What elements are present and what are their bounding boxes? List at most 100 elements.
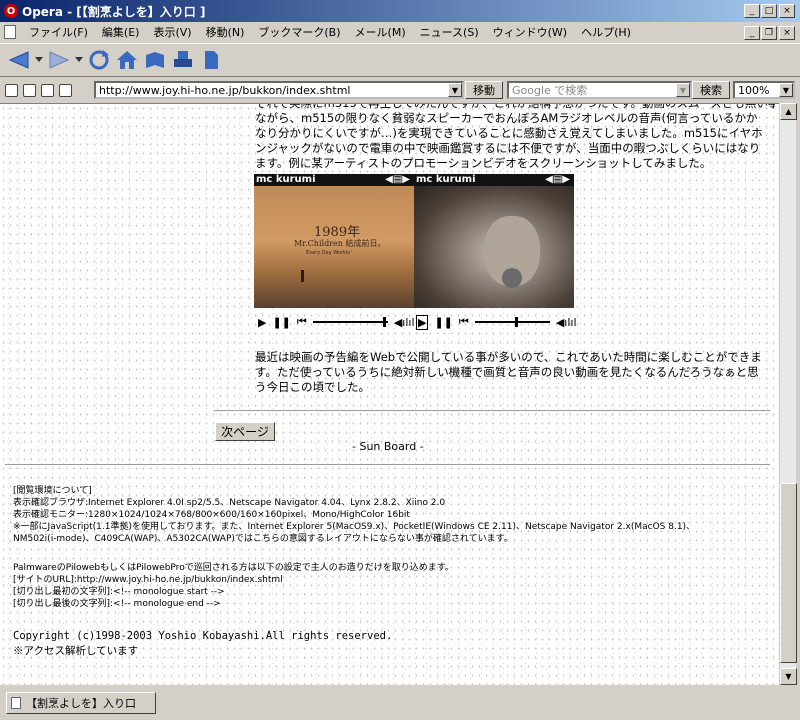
search-placeholder: Google で検索 xyxy=(512,84,588,97)
play-icon[interactable]: ▶ xyxy=(258,316,266,329)
search-input[interactable]: Google で検索 ▼ xyxy=(507,81,692,99)
player-controls-2: ▶ ❚❚ ⏮ ◀ılıl xyxy=(416,314,577,330)
video-frame-1: 1989年 Mr.Children 結成前日。 Every Day Workin… xyxy=(254,186,414,308)
microphone-icon xyxy=(502,268,522,288)
copyright-text: Copyright (c)1998-2003 Yoshio Kobayashi.… xyxy=(13,630,393,642)
address-url: http://www.joy.hi-ho.ne.jp/bukkon/index.… xyxy=(99,83,351,97)
env-note: ※一部にJavaScript(1.1準拠)を使用しております。また、Intern… xyxy=(13,522,696,544)
video-caption-small: Every Day Workin' xyxy=(306,250,352,256)
security-icon[interactable] xyxy=(5,83,18,97)
page-tab-bar: 【割烹よしを】入り口 xyxy=(0,686,800,720)
menu-window[interactable]: ウィンドウ(W) xyxy=(486,24,574,40)
address-dropdown-icon[interactable]: ▼ xyxy=(448,83,462,97)
player-controls-1: ▶ ❚❚ ⏮ ◀ılıl xyxy=(258,315,415,329)
palmware-site-url: [サイトのURL]:http://www.joy.hi-ho.ne.jp/buk… xyxy=(13,575,283,585)
print-button[interactable] xyxy=(170,47,196,73)
menu-mail[interactable]: メール(M) xyxy=(348,24,413,40)
home-button[interactable] xyxy=(114,47,140,73)
menu-bar: ファイル(F) 編集(E) 表示(V) 移動(N) ブックマーク(B) メール(… xyxy=(0,22,800,42)
video-caption-text: Mr.Children 結成前日。 xyxy=(294,239,386,248)
player-label-1: mc kurumi xyxy=(256,174,316,185)
opera-logo-icon: O xyxy=(4,4,18,18)
mdi-close-button[interactable]: × xyxy=(779,26,795,40)
back-arrow-icon xyxy=(8,51,29,69)
sun-board-link[interactable]: - Sun Board - xyxy=(352,440,424,453)
document-info-icon[interactable] xyxy=(59,83,72,97)
env-browsers: 表示確認ブラウザ:Internet Explorer 4.0I sp2/5.5、… xyxy=(13,498,446,508)
menu-help[interactable]: ヘルプ(H) xyxy=(574,24,638,40)
maximize-button[interactable]: □ xyxy=(761,4,777,18)
volume-icon[interactable]: ◀ılıl xyxy=(394,316,415,329)
print-icon xyxy=(174,51,192,67)
search-engine-dropdown-icon[interactable]: ▼ xyxy=(676,83,690,97)
article-paragraph-2: 最近は映画の予告編をWebで公開している事が多いので、これであいた時間に楽しむこ… xyxy=(255,350,762,394)
access-analysis-note: ※アクセス解析しています xyxy=(13,645,139,657)
vertical-scrollbar[interactable]: ▲ ▼ xyxy=(779,103,797,685)
menu-view[interactable]: 表示(V) xyxy=(146,24,198,40)
page-tab-label: 【割烹よしを】入り口 xyxy=(26,697,136,710)
seek-slider-2[interactable] xyxy=(474,317,550,327)
figure-silhouette xyxy=(301,270,304,282)
player-label-2: mc kurumi xyxy=(416,174,476,185)
hotlist-button[interactable] xyxy=(142,47,168,73)
go-button[interactable]: 移動 xyxy=(465,81,503,99)
player-nav-icon-1[interactable]: ◀▤▶ xyxy=(385,174,410,186)
palmware-start-string: [切り出し最初の文字列]:<!-- monologue start --> xyxy=(13,587,225,597)
divider xyxy=(5,464,770,466)
home-icon xyxy=(117,51,137,69)
reload-button[interactable] xyxy=(86,47,112,73)
play-icon-2[interactable]: ▶ xyxy=(416,314,429,330)
menu-edit[interactable]: 編集(E) xyxy=(95,24,147,40)
env-heading: [閲覧環境について] xyxy=(13,486,92,496)
scroll-thumb[interactable] xyxy=(780,483,797,663)
article-paragraph-1: ながら、m515の限りなく貧弱なスピーカーでおんぼろAMラジオレベルの音声(何言… xyxy=(255,111,763,170)
video-titlebar-2: mc kurumi ◀▤▶ xyxy=(414,174,574,186)
volume-icon-2[interactable]: ◀ılıl xyxy=(556,316,577,329)
divider xyxy=(214,410,770,412)
menu-file[interactable]: ファイル(F) xyxy=(22,24,95,40)
pause-icon[interactable]: ❚❚ xyxy=(272,316,290,329)
menu-bookmarks[interactable]: ブックマーク(B) xyxy=(251,24,347,40)
zoom-value: 100% xyxy=(738,83,770,97)
minimize-button[interactable]: _ xyxy=(744,4,760,18)
palmware-end-string: [切り出し最後の文字列]:<!-- monologue end --> xyxy=(13,599,221,609)
navigation-toolbar xyxy=(0,43,800,77)
page-info-icon[interactable] xyxy=(41,83,54,97)
next-page-button[interactable]: 次ページ xyxy=(215,422,275,441)
page-content: それで実際にm515で再生してみたんですが、これが結構予想かつたです。動画のスム… xyxy=(0,103,779,685)
scroll-down-icon[interactable]: ▼ xyxy=(780,668,797,685)
scroll-up-icon[interactable]: ▲ xyxy=(780,103,797,120)
menu-navigate[interactable]: 移動(N) xyxy=(199,24,252,40)
pause-icon-2[interactable]: ❚❚ xyxy=(434,316,452,329)
seek-slider-1[interactable] xyxy=(312,317,388,327)
back-history-icon[interactable] xyxy=(34,47,44,73)
article-text-top: それで実際にm515で再生してみたんですが、これが結構予想かつたです。動画のスム… xyxy=(255,103,775,110)
palmware-note: PalmwareのPilowebもしくはPilowebProで巡回される方は以下… xyxy=(13,563,454,573)
env-monitors: 表示確認モニター:1280×1024/1024×768/800×600/160×… xyxy=(13,510,410,520)
forward-button[interactable] xyxy=(46,47,72,73)
mdi-minimize-button[interactable]: _ xyxy=(744,26,760,40)
hotlist-icon xyxy=(146,52,164,68)
address-input[interactable]: http://www.joy.hi-ho.ne.jp/bukkon/index.… xyxy=(94,81,464,99)
forward-history-icon[interactable] xyxy=(74,47,84,73)
new-page-icon xyxy=(205,51,218,69)
video-frame-2 xyxy=(414,186,574,308)
new-page-button[interactable] xyxy=(198,47,224,73)
player-nav-icon-2[interactable]: ◀▤▶ xyxy=(545,174,570,186)
rewind-icon-2[interactable]: ⏮ xyxy=(459,315,469,329)
document-icon xyxy=(4,25,16,39)
rewind-icon[interactable]: ⏮ xyxy=(297,315,307,329)
cookie-icon[interactable] xyxy=(23,83,36,97)
close-button[interactable]: × xyxy=(779,4,795,18)
video-titlebar-1: mc kurumi ◀▤▶ xyxy=(254,174,414,186)
zoom-select[interactable]: 100% ▼ xyxy=(733,81,795,99)
reload-icon xyxy=(89,50,109,70)
page-tab[interactable]: 【割烹よしを】入り口 xyxy=(6,692,156,714)
title-bar: O Opera - [【割烹よしを】入り口 ] _ □ × xyxy=(0,0,800,22)
menu-news[interactable]: ニュース(S) xyxy=(413,24,486,40)
mdi-restore-button[interactable]: ❐ xyxy=(761,26,777,40)
search-button[interactable]: 検索 xyxy=(692,81,730,99)
window-title: Opera - [【割烹よしを】入り口 ] xyxy=(22,4,206,19)
back-button[interactable] xyxy=(6,47,32,73)
zoom-dropdown-icon[interactable]: ▼ xyxy=(779,83,793,97)
